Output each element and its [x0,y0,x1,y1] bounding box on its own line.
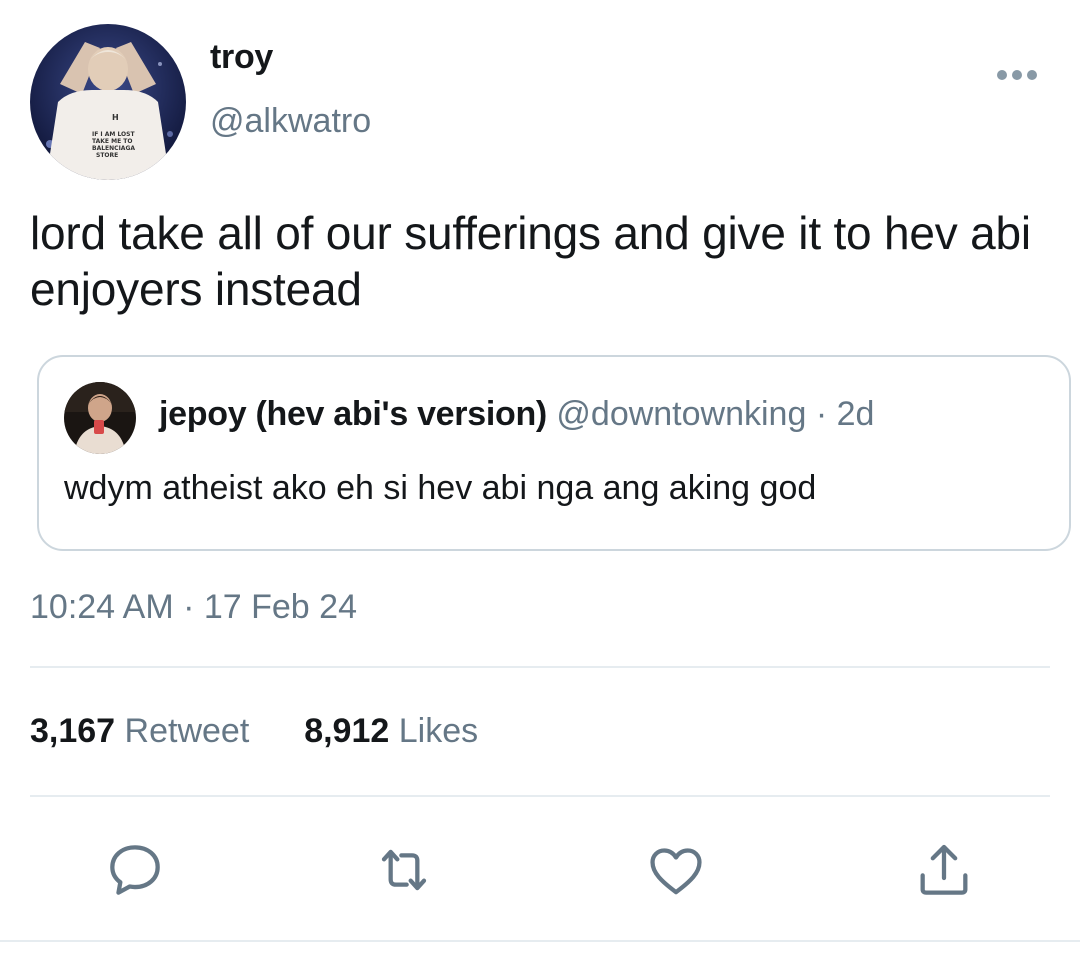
divider [30,666,1050,668]
author-handle[interactable]: @alkwatro [210,102,371,141]
retweets-label: Retweet [124,712,250,750]
tweet-timestamp[interactable]: 10:24 AM · 17 Feb 24 [30,588,357,627]
avatar-photo: H IF I AM LOST TAKE ME TO BALENCIAGA STO… [30,24,186,180]
more-options-button[interactable] [996,66,1038,84]
quoted-tweet-text: wdym atheist ako eh si hev abi nga ang a… [64,469,817,507]
like-button[interactable] [644,838,708,902]
quoted-age: 2d [836,395,875,433]
quoted-tweet-header: jepoy (hev abi's version) @downtownking … [159,395,874,434]
retweet-button[interactable] [372,838,436,902]
likes-stat[interactable]: 8,912 Likes [304,712,478,750]
share-button[interactable] [912,838,976,902]
divider [30,795,1050,797]
quoted-author-avatar [64,382,136,454]
tweet-detail: H IF I AM LOST TAKE ME TO BALENCIAGA STO… [0,0,1080,960]
heart-icon [650,848,702,895]
svg-text:IF I AM LOST: IF I AM LOST [92,131,135,138]
retweet-icon [381,849,427,891]
more-horizontal-icon [997,70,1037,80]
engagement-stats: 3,167 Retweet 8,912 Likes [30,712,478,751]
svg-text:BALENCIAGA: BALENCIAGA [92,145,135,152]
svg-text:TAKE ME TO: TAKE ME TO [92,138,132,145]
author-display-name[interactable]: troy [210,38,273,77]
retweets-count: 3,167 [30,712,116,750]
quoted-avatar-photo [64,382,136,454]
svg-text:STORE: STORE [96,152,118,159]
likes-count: 8,912 [304,712,390,750]
quoted-separator: · [815,395,828,433]
reply-icon [110,845,160,895]
tweet-text: lord take all of our sufferings and give… [30,207,1031,315]
retweets-stat[interactable]: 3,167 Retweet [30,712,259,750]
reply-button[interactable] [103,838,167,902]
quoted-display-name[interactable]: jepoy (hev abi's version) [159,395,547,433]
divider [0,940,1080,942]
svg-text:H: H [112,113,119,122]
quoted-handle[interactable]: @downtownking [556,395,806,433]
quoted-tweet-card[interactable]: jepoy (hev abi's version) @downtownking … [37,355,1071,551]
share-icon [920,844,968,895]
author-avatar[interactable]: H IF I AM LOST TAKE ME TO BALENCIAGA STO… [30,24,186,180]
likes-label: Likes [398,712,479,750]
